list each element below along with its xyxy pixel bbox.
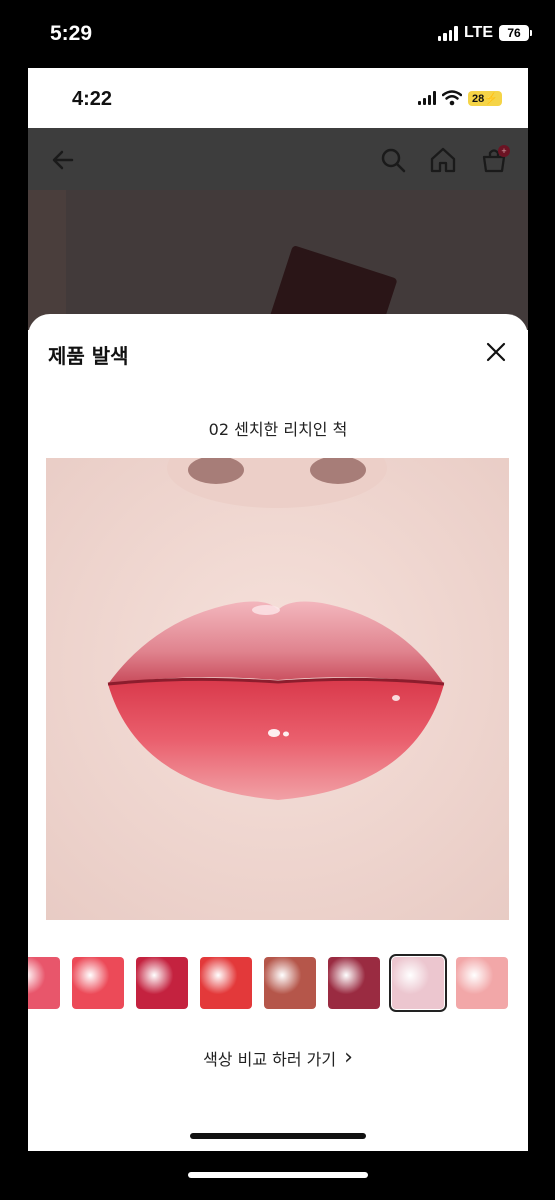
selected-shade-name: 02 센치한 리치인 척 xyxy=(208,420,348,439)
shade-bottom-sheet: 제품 발색 02 센치한 리치인 척 색상 비교 하러 가기 › xyxy=(28,314,528,1151)
shade-swatch[interactable] xyxy=(456,957,508,1009)
battery-icon: 76 xyxy=(499,25,532,41)
compare-colors-link[interactable]: 색상 비교 하러 가기 › xyxy=(28,1046,528,1070)
shade-swatch[interactable] xyxy=(136,957,188,1009)
signal-icon xyxy=(418,91,437,105)
shade-swatch[interactable] xyxy=(72,957,124,1009)
shade-swatch[interactable] xyxy=(200,957,252,1009)
close-icon[interactable] xyxy=(484,340,508,364)
shade-swatch[interactable] xyxy=(389,954,447,1012)
shade-swatch-list xyxy=(28,954,528,1012)
sheet-title: 제품 발색 xyxy=(48,344,129,368)
inner-status-bar: 4:22 28⚡ xyxy=(28,68,528,128)
inner-clock: 4:22 xyxy=(72,88,113,110)
inner-home-indicator xyxy=(190,1133,366,1139)
outer-home-indicator xyxy=(188,1172,368,1178)
wifi-icon xyxy=(442,90,463,106)
network-label: LTE xyxy=(463,24,493,41)
shade-swatch[interactable] xyxy=(264,957,316,1009)
chevron-right-icon: › xyxy=(344,1045,353,1070)
outer-clock: 5:29 xyxy=(50,22,93,45)
app-header: + xyxy=(28,128,528,190)
outer-status-bar: 5:29 LTE 76 xyxy=(0,0,555,68)
shade-swatch[interactable] xyxy=(28,957,60,1009)
product-image-dimmed xyxy=(28,190,528,356)
phone-screen: 4:22 28⚡ + 제품 발색 02 센치한 리치인 척 색상 비교 하러 가… xyxy=(28,68,528,1151)
battery-icon: 28⚡ xyxy=(468,90,502,106)
home-icon[interactable] xyxy=(428,145,458,175)
signal-icon xyxy=(437,25,458,41)
shade-swatch[interactable] xyxy=(328,957,380,1009)
cart-icon[interactable]: + xyxy=(480,145,510,175)
back-arrow-icon[interactable] xyxy=(48,145,78,175)
svg-text:+: + xyxy=(501,146,506,156)
lip-swatch-photo xyxy=(46,458,509,920)
search-icon[interactable] xyxy=(378,145,408,175)
compare-link-label: 색상 비교 하러 가기 xyxy=(203,1050,337,1069)
